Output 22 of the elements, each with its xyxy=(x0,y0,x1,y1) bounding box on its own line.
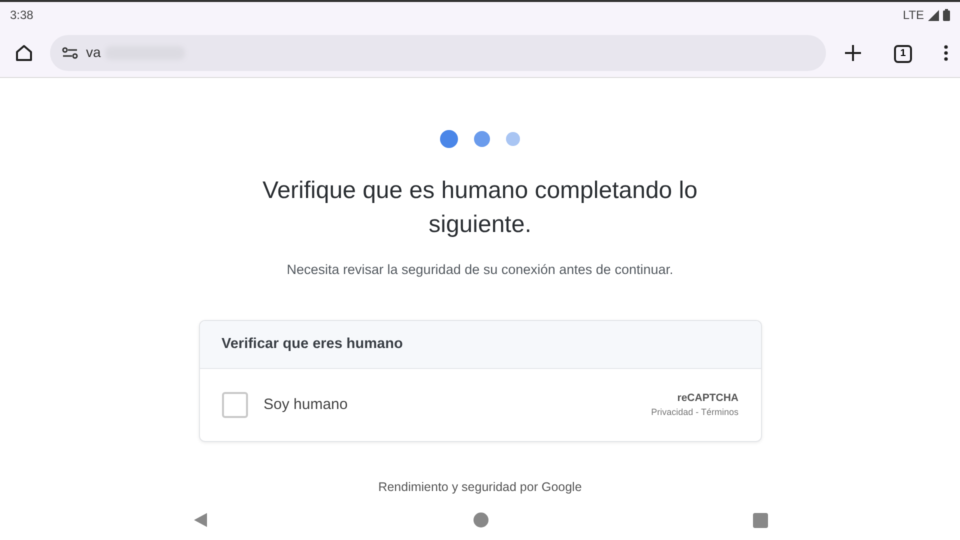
home-icon xyxy=(14,42,34,62)
footer-text: Rendimiento y seguridad por Google xyxy=(378,479,582,496)
checkbox-label: Soy humano xyxy=(264,395,348,415)
plus-icon xyxy=(844,44,862,62)
circle-icon xyxy=(472,512,488,528)
recaptcha-label: reCAPTCHA xyxy=(677,390,738,406)
card-header: Verificar que eres humano xyxy=(200,321,760,370)
page-heading: Verifique que es humano completando lo siguiente. xyxy=(262,176,698,240)
square-icon xyxy=(753,512,768,528)
address-bar[interactable]: va xyxy=(50,34,826,70)
url-text: va xyxy=(86,43,101,62)
privacy-terms-links[interactable]: Privacidad - Términos xyxy=(651,406,738,420)
status-time: 3:38 xyxy=(10,7,34,24)
checkbox[interactable] xyxy=(222,392,248,418)
subtitle: Necesita revisar la seguridad de su conexión antes de continuar. xyxy=(286,261,674,279)
back-icon xyxy=(192,512,208,528)
site-settings-icon xyxy=(62,46,78,58)
network-type: LTE xyxy=(902,7,924,24)
battery-icon xyxy=(943,9,950,21)
tab-switcher-button[interactable]: 1 xyxy=(890,38,916,66)
more-icon xyxy=(944,44,948,60)
signal-icon xyxy=(928,10,939,20)
